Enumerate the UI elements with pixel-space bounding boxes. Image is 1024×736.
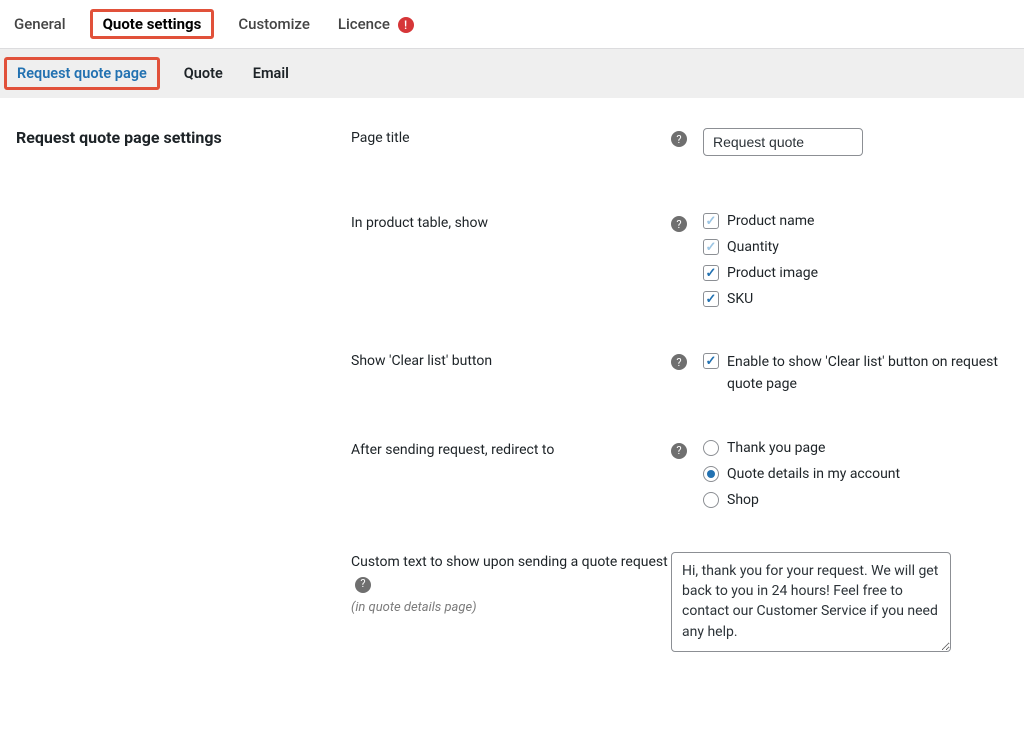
tab-licence[interactable]: Licence ! (336, 10, 416, 38)
check-sku[interactable]: SKU (703, 291, 818, 307)
checkbox-icon (703, 265, 719, 281)
clear-list-label: Show 'Clear list' button (351, 351, 671, 372)
tab-customize[interactable]: Customize (236, 10, 312, 38)
check-label: Enable to show 'Clear list' button on re… (727, 351, 1008, 396)
custom-text-label: Custom text to show upon sending a quote… (351, 552, 671, 618)
radio-label: Shop (727, 492, 759, 508)
subtab-email[interactable]: Email (249, 60, 293, 87)
check-quantity[interactable]: Quantity (703, 239, 818, 255)
checkbox-icon (703, 239, 719, 255)
subtab-quote[interactable]: Quote (180, 60, 227, 87)
alert-icon: ! (398, 17, 414, 33)
page-title-label: Page title (351, 128, 671, 149)
radio-icon (703, 466, 719, 482)
product-table-checklist: Product name Quantity Product image SKU (703, 213, 818, 307)
help-icon[interactable]: ? (671, 216, 687, 232)
check-label: Quantity (727, 239, 779, 255)
section-title: Request quote page settings (16, 128, 351, 147)
highlight-quote-settings: Quote settings (90, 9, 215, 39)
help-icon[interactable]: ? (671, 131, 687, 147)
help-icon[interactable]: ? (355, 577, 371, 593)
check-product-name[interactable]: Product name (703, 213, 818, 229)
radio-icon (703, 492, 719, 508)
redirect-radiolist: Thank you page Quote details in my accou… (703, 440, 900, 508)
radio-shop[interactable]: Shop (703, 492, 900, 508)
radio-icon (703, 440, 719, 456)
top-tab-bar: General Quote settings Customize Licence… (0, 0, 1024, 49)
custom-text-hint: (in quote details page) (351, 598, 671, 618)
highlight-request-quote-page: Request quote page (4, 57, 160, 90)
page-title-input[interactable] (703, 128, 863, 156)
check-clear-list[interactable]: Enable to show 'Clear list' button on re… (703, 351, 1008, 396)
radio-label: Thank you page (727, 440, 825, 456)
subtab-request-quote-page[interactable]: Request quote page (13, 60, 151, 87)
sub-tab-bar: Request quote page Quote Email (0, 49, 1024, 98)
checkbox-icon (703, 353, 719, 369)
checkbox-icon (703, 213, 719, 229)
settings-content: Request quote page settings Page title ?… (0, 98, 1024, 736)
tab-licence-label: Licence (338, 15, 390, 33)
radio-quote-details[interactable]: Quote details in my account (703, 466, 900, 482)
tab-general[interactable]: General (12, 10, 68, 38)
custom-text-textarea[interactable] (671, 552, 951, 652)
help-icon[interactable]: ? (671, 354, 687, 370)
check-label: Product name (727, 213, 814, 229)
redirect-label: After sending request, redirect to (351, 440, 671, 461)
radio-label: Quote details in my account (727, 466, 900, 482)
product-table-label: In product table, show (351, 213, 671, 234)
checkbox-icon (703, 291, 719, 307)
check-product-image[interactable]: Product image (703, 265, 818, 281)
help-icon[interactable]: ? (671, 443, 687, 459)
radio-thank-you[interactable]: Thank you page (703, 440, 900, 456)
check-label: Product image (727, 265, 818, 281)
check-label: SKU (727, 291, 753, 307)
tab-quote-settings[interactable]: Quote settings (101, 10, 204, 38)
